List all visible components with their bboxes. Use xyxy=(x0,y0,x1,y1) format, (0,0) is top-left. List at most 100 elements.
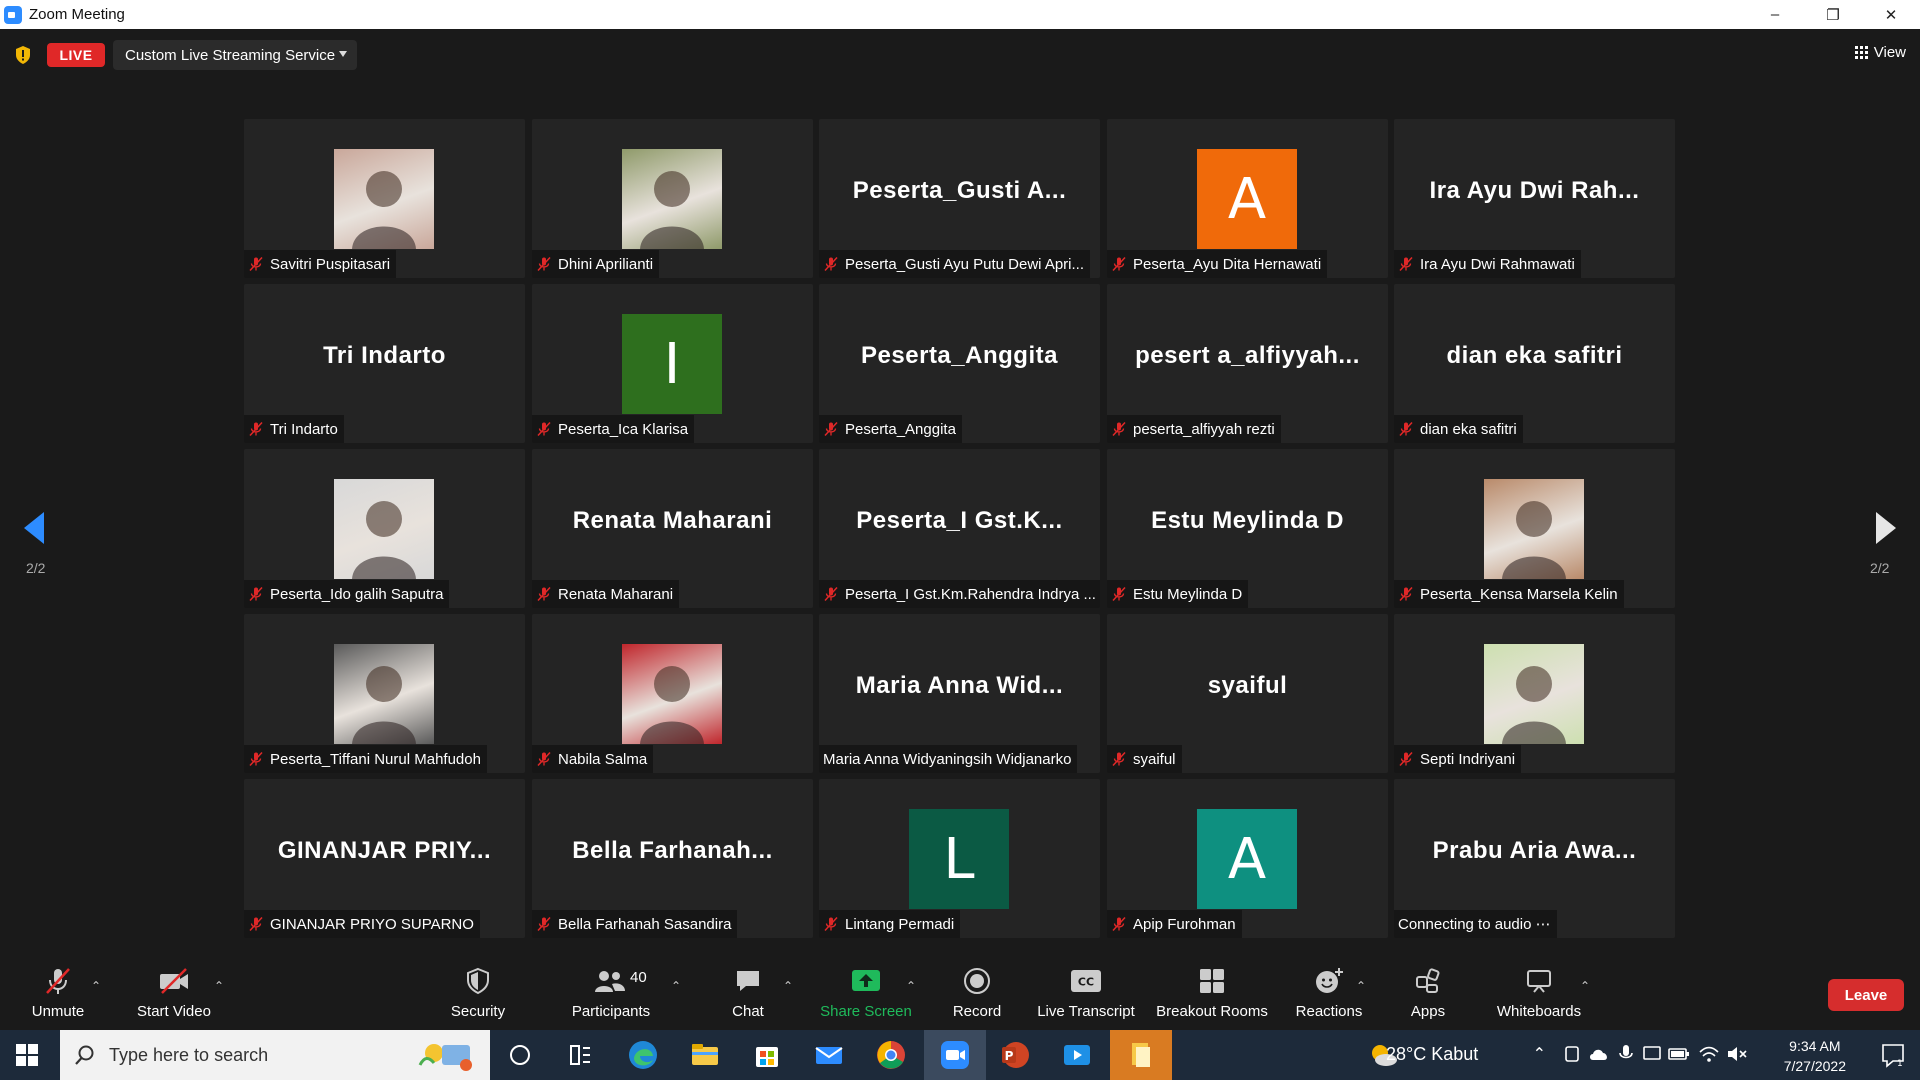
taskbar-clock[interactable]: 9:34 AM 7/27/2022 xyxy=(1784,1036,1846,1076)
edge-browser-icon[interactable] xyxy=(626,1038,660,1072)
participant-photo xyxy=(1484,644,1584,744)
participant-tile[interactable]: Ira Ayu Dwi Rah... Ira Ayu Dwi Rahmawati xyxy=(1394,119,1675,278)
zoom-taskbar-active[interactable] xyxy=(924,1030,986,1080)
participant-name-text: Apip Furohman xyxy=(1133,915,1236,933)
mail-icon[interactable] xyxy=(812,1038,846,1072)
live-transcript-button[interactable]: CC Live Transcript xyxy=(1036,965,1136,1025)
windows-start-icon[interactable] xyxy=(16,1044,38,1066)
apps-icon xyxy=(1416,968,1440,993)
restore-button[interactable]: ❐ xyxy=(1804,0,1862,29)
leave-button[interactable]: Leave xyxy=(1828,979,1904,1011)
whiteboards-button[interactable]: Whiteboards xyxy=(1494,965,1584,1025)
participant-tile[interactable]: Peserta_Kensa Marsela Kelin xyxy=(1394,449,1675,608)
start-video-button[interactable]: Start Video xyxy=(134,965,214,1025)
participant-tile[interactable]: syaiful syaiful xyxy=(1107,614,1388,773)
svg-text:CC: CC xyxy=(1078,976,1094,989)
chat-button[interactable]: Chat xyxy=(728,965,768,1025)
participant-tile[interactable]: Septi Indriyani xyxy=(1394,614,1675,773)
participant-tile[interactable]: L Lintang Permadi xyxy=(819,779,1100,938)
view-button[interactable]: View xyxy=(1854,39,1906,65)
live-badge[interactable]: LIVE xyxy=(47,43,105,67)
minimize-button[interactable]: – xyxy=(1746,0,1804,29)
participant-tile[interactable]: Peserta_Ido galih Saputra xyxy=(244,449,525,608)
pinned-app-highlight[interactable] xyxy=(1110,1030,1172,1080)
muted-mic-icon xyxy=(249,256,263,272)
chrome-browser-icon[interactable] xyxy=(874,1038,908,1072)
participant-tile[interactable]: dian eka safitri dian eka safitri xyxy=(1394,284,1675,443)
breakout-rooms-button[interactable]: Breakout Rooms xyxy=(1155,965,1269,1025)
microsoft-store-icon[interactable] xyxy=(750,1038,784,1072)
share-options-caret-icon[interactable]: ⌃ xyxy=(906,979,916,993)
reactions-smiley-icon xyxy=(1316,968,1343,993)
display-tray-icon[interactable] xyxy=(1642,1044,1662,1064)
chat-label: Chat xyxy=(732,1003,764,1020)
page-indicator-right: 2/2 xyxy=(1870,560,1890,576)
close-button[interactable]: ✕ xyxy=(1862,0,1920,29)
task-view-icon[interactable] xyxy=(563,1038,597,1072)
view-label: View xyxy=(1873,43,1906,61)
cortana-icon[interactable] xyxy=(503,1038,537,1072)
microphone-tray-icon[interactable] xyxy=(1618,1043,1634,1065)
participant-tile[interactable]: Estu Meylinda D Estu Meylinda D xyxy=(1107,449,1388,608)
apps-button[interactable]: Apps xyxy=(1408,965,1448,1025)
video-off-icon xyxy=(160,968,188,994)
participant-name-label: Estu Meylinda D xyxy=(1107,580,1249,608)
next-page-arrow-icon[interactable] xyxy=(1870,508,1900,548)
reactions-button[interactable]: Reactions xyxy=(1294,965,1364,1025)
muted-mic-icon xyxy=(1399,586,1413,602)
participant-name-label: peserta_alfiyyah rezti xyxy=(1107,415,1281,443)
participant-tile[interactable]: Peserta_I Gst.K... Peserta_I Gst.Km.Rahen… xyxy=(819,449,1100,608)
participant-name-label: Peserta_I Gst.Km.Rahendra Indrya ... xyxy=(819,580,1100,608)
stream-service-dropdown[interactable]: Custom Live Streaming Service xyxy=(113,40,357,70)
zoom-app-icon xyxy=(4,5,22,24)
participant-name-label: Nabila Salma xyxy=(532,745,654,773)
shield-icon[interactable] xyxy=(14,45,32,65)
svg-text:1: 1 xyxy=(1897,1059,1903,1068)
participant-tile[interactable]: Peserta_Tiffani Nurul Mahfudoh xyxy=(244,614,525,773)
audio-options-caret-icon[interactable]: ⌃ xyxy=(91,979,101,993)
participant-tile[interactable]: A Peserta_Ayu Dita Hernawati xyxy=(1107,119,1388,278)
participant-tile[interactable]: pesert a_alfiyyah... peserta_alfiyyah rez… xyxy=(1107,284,1388,443)
video-options-caret-icon[interactable]: ⌃ xyxy=(214,979,224,993)
whiteboards-options-caret-icon[interactable]: ⌃ xyxy=(1580,979,1590,993)
speaker-muted-icon[interactable] xyxy=(1726,1044,1748,1064)
battery-icon[interactable] xyxy=(1668,1046,1690,1062)
taskbar-search-box[interactable]: Type here to search xyxy=(60,1030,490,1080)
participant-tile[interactable]: I Peserta_Ica Klarisa xyxy=(532,284,813,443)
onedrive-cloud-icon[interactable] xyxy=(1588,1044,1610,1064)
participant-name-text: Connecting to audio ⋯ xyxy=(1398,916,1551,933)
share-screen-button[interactable]: Share Screen xyxy=(820,965,912,1025)
participant-tile[interactable]: A Apip Furohman xyxy=(1107,779,1388,938)
record-button[interactable]: Record xyxy=(952,965,1002,1025)
powerpoint-icon[interactable]: P xyxy=(998,1038,1032,1072)
unmute-button[interactable]: Unmute xyxy=(26,965,90,1025)
tray-chevron-up-icon[interactable]: ⌃ xyxy=(1533,1044,1546,1064)
file-explorer-icon[interactable] xyxy=(688,1038,722,1072)
participant-name-text: Peserta_Ayu Dita Hernawati xyxy=(1133,255,1322,273)
chat-options-caret-icon[interactable]: ⌃ xyxy=(783,979,793,993)
notification-center-icon[interactable]: 1 xyxy=(1880,1042,1906,1068)
reactions-options-caret-icon[interactable]: ⌃ xyxy=(1356,979,1366,993)
participants-options-caret-icon[interactable]: ⌃ xyxy=(671,979,681,993)
participant-tile[interactable]: Bella Farhanah... Bella Farhanah Sasandir… xyxy=(532,779,813,938)
participants-button[interactable]: 40 Participants xyxy=(566,965,656,1025)
participant-tile[interactable]: Peserta_Gusti A... Peserta_Gusti Ayu Putu… xyxy=(819,119,1100,278)
previous-page-arrow-icon[interactable] xyxy=(20,508,50,548)
wifi-icon[interactable] xyxy=(1698,1044,1720,1064)
tray-device-icon[interactable] xyxy=(1562,1044,1582,1064)
participant-photo xyxy=(334,479,434,579)
muted-mic-icon xyxy=(1399,751,1413,767)
weather-text[interactable]: 28°C Kabut xyxy=(1386,1044,1478,1065)
participant-tile[interactable]: Peserta_Anggita Peserta_Anggita xyxy=(819,284,1100,443)
participant-tile[interactable]: Tri Indarto Tri Indarto xyxy=(244,284,525,443)
participant-tile[interactable]: Maria Anna Wid... Maria Anna Widyaningsih… xyxy=(819,614,1100,773)
participant-name-label: Peserta_Tiffani Nurul Mahfudoh xyxy=(244,745,487,773)
participant-tile[interactable]: Nabila Salma xyxy=(532,614,813,773)
participant-tile[interactable]: Dhini Aprilianti xyxy=(532,119,813,278)
participant-tile[interactable]: Prabu Aria Awa... Connecting to audio ⋯ xyxy=(1394,779,1675,938)
participant-tile[interactable]: Renata Maharani Renata Maharani xyxy=(532,449,813,608)
security-button[interactable]: Security xyxy=(448,965,508,1025)
participant-tile[interactable]: Savitri Puspitasari xyxy=(244,119,525,278)
participant-tile[interactable]: GINANJAR PRIY... GINANJAR PRIYO SUPARNO xyxy=(244,779,525,938)
media-player-icon[interactable] xyxy=(1060,1038,1094,1072)
